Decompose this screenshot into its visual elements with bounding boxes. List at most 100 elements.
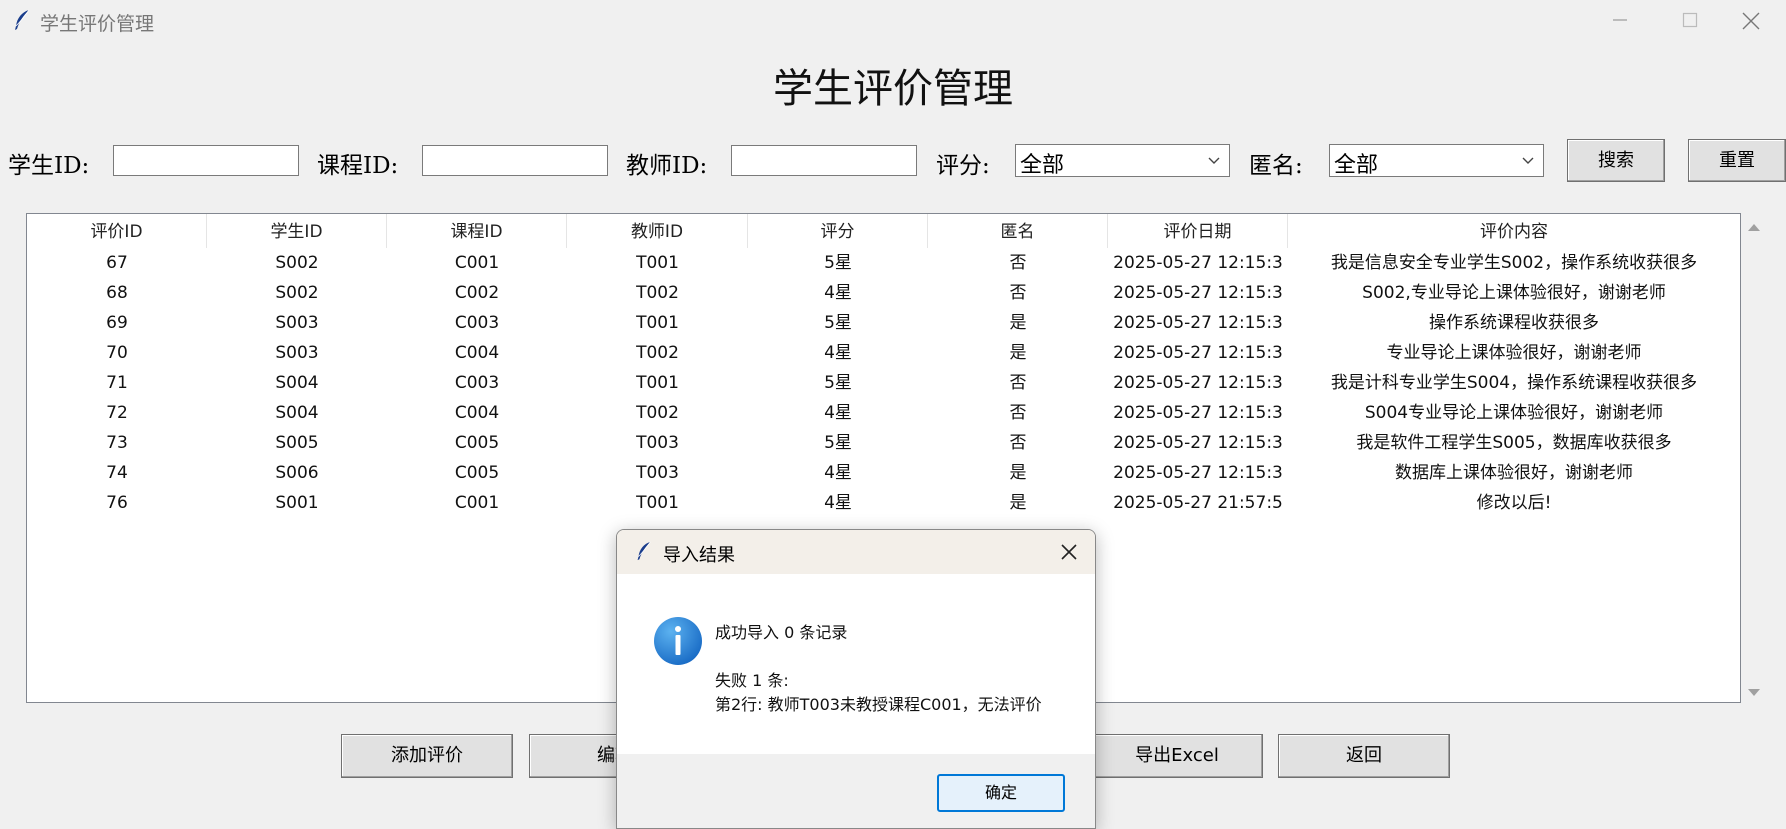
cell-student-id: S006	[275, 463, 319, 483]
cell-rating: 5星	[824, 313, 852, 333]
search-button[interactable]: 搜索	[1567, 139, 1665, 182]
dialog-success-message: 成功导入 0 条记录	[715, 623, 848, 642]
teacher-id-label: 教师ID:	[626, 153, 708, 179]
close-window-button[interactable]	[1716, 0, 1786, 40]
cell-teacher-id: T002	[636, 283, 679, 303]
cell-date: 2025-05-27 12:15:3	[1113, 403, 1283, 423]
column-header-date[interactable]: 评价日期	[1108, 214, 1288, 248]
cell-course-id: C005	[454, 463, 500, 483]
reset-button[interactable]: 重置	[1688, 139, 1786, 182]
column-header-rating[interactable]: 评分	[748, 214, 928, 248]
cell-teacher-id: T001	[636, 253, 679, 273]
back-button[interactable]: 返回	[1278, 734, 1450, 778]
add-evaluation-button[interactable]: 添加评价	[341, 734, 513, 778]
cell-content: 数据库上课体验很好，谢谢老师	[1395, 463, 1633, 483]
cell-student-id: S001	[275, 493, 319, 513]
cell-course-id: C003	[454, 313, 500, 333]
cell-student-id: S002	[275, 253, 319, 273]
cell-course-id: C004	[454, 343, 500, 363]
cell-anonymous: 是	[1009, 343, 1027, 363]
cell-rating: 4星	[824, 343, 852, 363]
column-header-evaluation-id[interactable]: 评价ID	[27, 214, 207, 248]
cell-date: 2025-05-27 12:15:3	[1113, 283, 1283, 303]
scroll-up-icon[interactable]	[1746, 221, 1762, 233]
cell-date: 2025-05-27 12:15:3	[1113, 373, 1283, 393]
cell-student-id: S003	[275, 313, 319, 333]
export-excel-button[interactable]: 导出Excel	[1091, 734, 1263, 778]
import-result-dialog: 导入结果 成功导入 0 条记录 失败 1 条: 第2行: 教师T003未教授课程…	[616, 529, 1096, 829]
cell-evaluation-id: 73	[106, 433, 128, 453]
cell-rating: 5星	[824, 253, 852, 273]
ok-button[interactable]: 确定	[937, 774, 1065, 812]
cell-evaluation-id: 74	[106, 463, 128, 483]
title-bar: 学生评价管理	[0, 0, 1786, 40]
table-header: 评价ID 学生ID 课程ID 教师ID 评分 匿名 评价日期 评价内容	[27, 214, 1740, 248]
table-row[interactable]: 67 S002 C001 T001 5星 否 2025-05-27 12:15:3 我是信息安…	[27, 248, 1740, 278]
cell-rating: 5星	[824, 433, 852, 453]
cell-course-id: C001	[454, 493, 500, 513]
cell-student-id: S003	[275, 343, 319, 363]
cell-date: 2025-05-27 12:15:3	[1113, 313, 1283, 333]
column-header-content[interactable]: 评价内容	[1288, 214, 1740, 248]
column-header-student-id[interactable]: 学生ID	[207, 214, 387, 248]
scroll-down-icon[interactable]	[1746, 687, 1762, 699]
cell-content: 我是计科专业学生S004，操作系统课程收获很多	[1330, 373, 1698, 393]
cell-teacher-id: T003	[636, 433, 679, 453]
column-header-teacher-id[interactable]: 教师ID	[567, 214, 748, 248]
cell-teacher-id: T002	[636, 343, 679, 363]
column-header-course-id[interactable]: 课程ID	[387, 214, 567, 248]
table-row[interactable]: 73 S005 C005 T003 5星 否 2025-05-27 12:15:3 我是软件工…	[27, 428, 1740, 458]
dialog-failure-count: 失败 1 条:	[715, 671, 789, 690]
cell-anonymous: 否	[1009, 253, 1027, 273]
teacher-id-input[interactable]	[731, 145, 917, 176]
cell-content: 操作系统课程收获很多	[1429, 313, 1599, 333]
table-row[interactable]: 68 S002 C002 T002 4星 否 2025-05-27 12:15:3 S002,…	[27, 278, 1740, 308]
cell-date: 2025-05-27 21:57:5	[1113, 493, 1283, 513]
cell-student-id: S004	[275, 403, 319, 423]
anonymous-select[interactable]: 全部	[1329, 144, 1544, 178]
table-row[interactable]: 74 S006 C005 T003 4星 是 2025-05-27 12:15:3 数据库上课…	[27, 458, 1740, 488]
cell-course-id: C003	[454, 373, 500, 393]
cell-teacher-id: T001	[636, 493, 679, 513]
dialog-close-button[interactable]	[1053, 536, 1085, 568]
course-id-input[interactable]	[422, 145, 608, 176]
table-scrollbar[interactable]	[1744, 213, 1764, 703]
cell-anonymous: 否	[1009, 283, 1027, 303]
close-icon	[1061, 544, 1077, 560]
cell-evaluation-id: 69	[106, 313, 128, 333]
table-row[interactable]: 69 S003 C003 T001 5星 是 2025-05-27 12:15:3 操作系统课…	[27, 308, 1740, 338]
anonymous-select-value: 全部	[1334, 153, 1379, 178]
chevron-down-icon	[1208, 157, 1220, 164]
table-row[interactable]: 70 S003 C004 T002 4星 是 2025-05-27 12:15:3 专业导论上…	[27, 338, 1740, 368]
info-icon	[654, 617, 702, 665]
cell-course-id: C002	[454, 283, 500, 303]
dialog-title: 导入结果	[663, 545, 735, 566]
chevron-down-icon	[1522, 157, 1534, 164]
table-row[interactable]: 71 S004 C003 T001 5星 否 2025-05-27 12:15:3 我是计科专…	[27, 368, 1740, 398]
cell-anonymous: 否	[1009, 433, 1027, 453]
rating-select-value: 全部	[1020, 153, 1065, 178]
cell-student-id: S004	[275, 373, 319, 393]
rating-select[interactable]: 全部	[1015, 144, 1230, 178]
cell-date: 2025-05-27 12:15:3	[1113, 463, 1283, 483]
cell-anonymous: 否	[1009, 373, 1027, 393]
cell-date: 2025-05-27 12:15:3	[1113, 343, 1283, 363]
column-header-anonymous[interactable]: 匿名	[928, 214, 1108, 248]
feather-icon	[637, 541, 651, 561]
cell-anonymous: 否	[1009, 403, 1027, 423]
table-row[interactable]: 72 S004 C004 T002 4星 否 2025-05-27 12:15:3 S004专…	[27, 398, 1740, 428]
student-id-label: 学生ID:	[8, 153, 90, 179]
cell-content: 我是软件工程学生S005，数据库收获很多	[1356, 433, 1672, 453]
cell-rating: 4星	[824, 283, 852, 303]
minimize-button[interactable]	[1586, 0, 1656, 40]
dialog-footer: 确定	[617, 754, 1095, 828]
cell-course-id: C005	[454, 433, 500, 453]
anonymous-label: 匿名:	[1249, 153, 1303, 179]
table-row[interactable]: 76 S001 C001 T001 4星 是 2025-05-27 21:57:5 修改以后!	[27, 488, 1740, 518]
cell-evaluation-id: 67	[106, 253, 128, 273]
cell-teacher-id: T003	[636, 463, 679, 483]
cell-content: 修改以后!	[1476, 493, 1552, 513]
student-id-input[interactable]	[113, 145, 299, 176]
feather-icon	[15, 9, 30, 30]
maximize-icon	[1682, 12, 1698, 28]
